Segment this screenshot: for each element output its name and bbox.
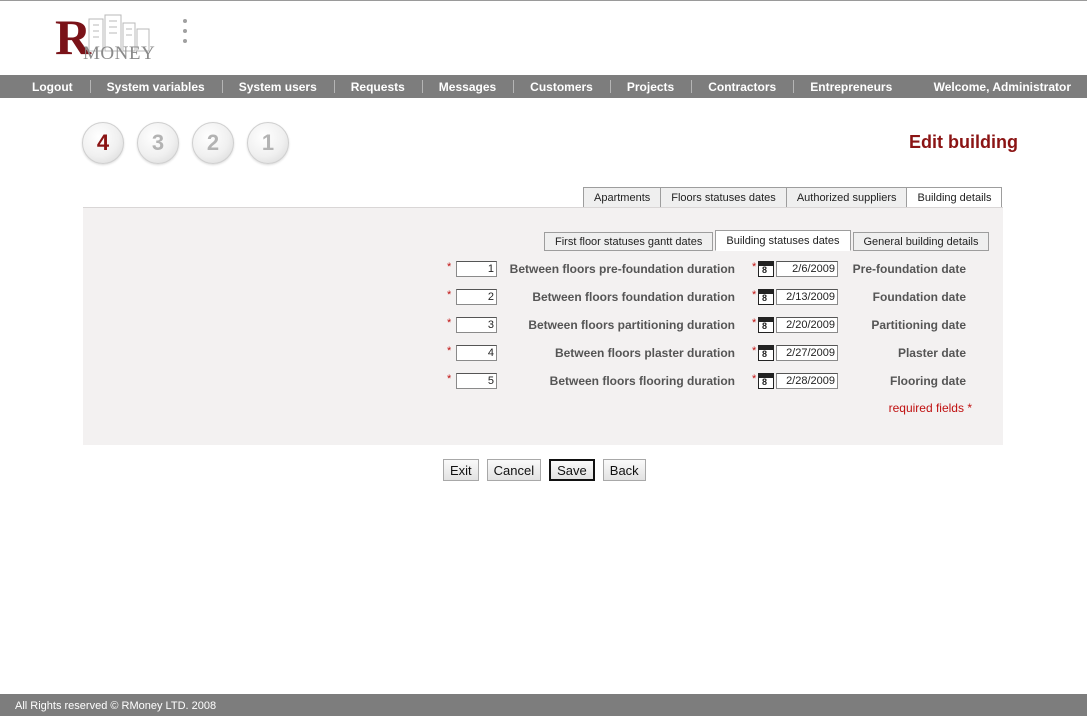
required-marker: *	[752, 261, 757, 273]
nav-separator	[89, 80, 91, 93]
partitioning-duration-label: Between floors partitioning duration	[528, 318, 735, 332]
calendar-icon[interactable]	[758, 373, 774, 389]
tab-first-floor-statuses-gantt-dates[interactable]: First floor statuses gantt dates	[544, 232, 714, 251]
copyright-text: All Rights reserved © RMoney LTD. 2008	[15, 699, 217, 712]
nav-requests[interactable]: Requests	[351, 80, 405, 94]
foundation-duration-input[interactable]	[456, 289, 497, 305]
required-marker: *	[752, 317, 757, 329]
building-details-panel: First floor statuses gantt dates Buildin…	[83, 207, 1003, 445]
pre-foundation-duration-input[interactable]	[456, 261, 497, 277]
pre-foundation-duration-label: Between floors pre-foundation duration	[509, 262, 735, 276]
required-fields-note: required fields *	[888, 401, 972, 415]
wizard-steps: 4 3 2 1	[82, 122, 302, 164]
nav-system-variables[interactable]: System variables	[107, 80, 205, 94]
exit-button[interactable]: Exit	[443, 459, 479, 481]
nav-separator	[333, 80, 335, 93]
step-1-button[interactable]: 1	[247, 122, 289, 164]
nav-system-users[interactable]: System users	[239, 80, 317, 94]
step-3-button[interactable]: 3	[137, 122, 179, 164]
main-nav: Logout System variables System users Req…	[0, 75, 1087, 98]
welcome-text: Welcome, Administrator	[933, 80, 1071, 94]
flooring-date-label: Flooring date	[890, 374, 966, 388]
nav-contractors[interactable]: Contractors	[708, 80, 776, 94]
calendar-icon[interactable]	[758, 345, 774, 361]
tab-apartments[interactable]: Apartments	[583, 187, 662, 207]
plaster-duration-input[interactable]	[456, 345, 497, 361]
page: R MONEY Logout System variables System u…	[0, 0, 1087, 716]
required-marker: *	[447, 317, 452, 329]
required-marker: *	[752, 345, 757, 357]
rmoney-logo: R MONEY	[55, 11, 165, 64]
flooring-date-input[interactable]	[776, 373, 838, 389]
footer: All Rights reserved © RMoney LTD. 2008	[0, 694, 1087, 716]
inner-tabs: First floor statuses gantt dates Buildin…	[544, 230, 991, 251]
required-marker: *	[752, 289, 757, 301]
required-marker: *	[447, 345, 452, 357]
required-marker: *	[447, 289, 452, 301]
logo-word: MONEY	[83, 43, 156, 64]
pre-foundation-date-input[interactable]	[776, 261, 838, 277]
nav-separator	[691, 80, 693, 93]
tab-floors-statuses-dates[interactable]: Floors statuses dates	[660, 187, 787, 207]
tab-authorized-suppliers[interactable]: Authorized suppliers	[785, 187, 908, 207]
calendar-icon[interactable]	[758, 289, 774, 305]
plaster-date-input[interactable]	[776, 345, 838, 361]
page-title: Edit building	[909, 132, 1018, 152]
tab-building-details[interactable]: Building details	[906, 187, 1003, 208]
required-marker: *	[752, 373, 757, 385]
nav-logout[interactable]: Logout	[32, 80, 73, 94]
status-row: * Between floors plaster duration * Plas…	[83, 345, 1003, 363]
plaster-date-label: Plaster date	[897, 346, 966, 360]
nav-separator	[221, 80, 223, 93]
partitioning-date-label: Partitioning date	[871, 318, 966, 332]
flooring-duration-input[interactable]	[456, 373, 497, 389]
nav-projects[interactable]: Projects	[627, 80, 674, 94]
logo-dots-icon	[183, 19, 189, 49]
step-4-button[interactable]: 4	[82, 122, 124, 164]
back-button[interactable]: Back	[602, 459, 646, 481]
calendar-icon[interactable]	[758, 261, 774, 277]
top-tabs: Apartments Floors statuses dates Authori…	[583, 187, 1003, 208]
nav-separator	[609, 80, 611, 93]
foundation-duration-label: Between floors foundation duration	[532, 290, 735, 304]
partitioning-date-input[interactable]	[776, 317, 838, 333]
nav-separator	[793, 80, 795, 93]
required-marker: *	[447, 261, 452, 273]
nav-entrepreneurs[interactable]: Entrepreneurs	[810, 80, 892, 94]
foundation-date-input[interactable]	[776, 289, 838, 305]
status-row: * Between floors flooring duration * Flo…	[83, 373, 1003, 391]
flooring-duration-label: Between floors flooring duration	[549, 374, 735, 388]
form-buttons: Exit Cancel Save Back	[443, 459, 654, 481]
partitioning-duration-input[interactable]	[456, 317, 497, 333]
required-marker: *	[447, 373, 452, 385]
foundation-date-label: Foundation date	[872, 290, 966, 304]
nav-messages[interactable]: Messages	[439, 80, 496, 94]
nav-customers[interactable]: Customers	[530, 80, 593, 94]
plaster-duration-label: Between floors plaster duration	[554, 346, 735, 360]
pre-foundation-date-label: Pre-foundation date	[852, 262, 966, 276]
save-button[interactable]: Save	[549, 459, 595, 481]
nav-separator	[421, 80, 423, 93]
tab-building-statuses-dates[interactable]: Building statuses dates	[715, 230, 851, 251]
status-row: * Between floors foundation duration * F…	[83, 289, 1003, 307]
tab-general-building-details[interactable]: General building details	[852, 232, 990, 251]
status-row: * Between floors partitioning duration *…	[83, 317, 1003, 335]
calendar-icon[interactable]	[758, 317, 774, 333]
step-2-button[interactable]: 2	[192, 122, 234, 164]
status-row: * Between floors pre-foundation duration…	[83, 261, 1003, 279]
cancel-button[interactable]: Cancel	[486, 459, 542, 481]
nav-separator	[513, 80, 515, 93]
